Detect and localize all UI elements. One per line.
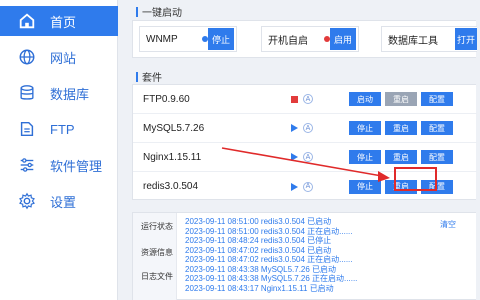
sliders-icon	[16, 154, 38, 176]
service-name: redis3.0.504	[143, 181, 199, 192]
sidebar-item-label: 软件管理	[50, 158, 103, 174]
config-button[interactable]: 配置	[421, 150, 453, 164]
service-name: Nginx1.15.11	[143, 151, 202, 163]
quick-start-heading: 一键启动	[136, 4, 182, 19]
log-line: 2023-09-11 08:43:17 Nginx1.15.11 已启动	[185, 283, 334, 293]
section-marker	[136, 71, 138, 82]
suite-heading: 套件	[136, 69, 162, 84]
suite-row-ftp: FTP0.9.60 A 启动 重启 配置	[133, 85, 477, 114]
quick-start-panel: WNMP 停止 开机自启 启用 数据库工具 打开	[132, 20, 477, 58]
sidebar-item-label: 网站	[50, 50, 77, 66]
main-panel: 一键启动 WNMP 停止 开机自启 启用 数据库工具 打开 套件 FTP0.9.…	[118, 0, 480, 300]
sidebar-item-label: 设置	[50, 194, 77, 210]
stopped-icon	[289, 94, 299, 104]
stop-button[interactable]: 停止	[349, 121, 381, 135]
autostart-icon[interactable]: A	[303, 123, 313, 133]
folder-icon	[16, 118, 38, 140]
config-button[interactable]: 配置	[421, 121, 453, 135]
quick-item-wnmp: WNMP 停止	[139, 26, 237, 52]
sidebar-item-software[interactable]: 软件管理	[0, 150, 118, 180]
db-tool-open-button[interactable]: 打开	[455, 28, 477, 50]
quick-item-name: 开机自启	[268, 35, 308, 47]
start-button[interactable]: 启动	[349, 92, 381, 106]
quick-start-title: 一键启动	[142, 8, 182, 19]
service-name: MySQL5.7.26	[143, 122, 205, 134]
log-list: 2023-09-11 08:51:00 redis3.0.504 已启动 202…	[185, 217, 357, 293]
log-line: 2023-09-11 08:48:24 redis3.0.504 已停止	[185, 236, 332, 245]
restart-button[interactable]: 重启	[385, 92, 417, 106]
home-icon	[16, 10, 38, 32]
sidebar-item-database[interactable]: 数据库	[0, 78, 118, 108]
sidebar-item-home[interactable]: 首页	[0, 6, 118, 36]
sidebar-item-label: 首页	[50, 14, 77, 30]
log-panel: 运行状态 资源信息 日志文件 2023-09-11 08:51:00 redis…	[132, 212, 476, 300]
log-line: 2023-09-11 08:47:02 redis3.0.504 正在启动...…	[185, 255, 353, 264]
quick-item-db-tool: 数据库工具 打开	[381, 26, 477, 52]
log-line: 2023-09-11 08:47:02 redis3.0.504 已启动	[185, 245, 332, 255]
sidebar-item-settings[interactable]: 设置	[0, 186, 118, 216]
clear-log-button[interactable]: 清空	[440, 219, 456, 230]
log-line: 2023-09-11 08:43:38 MySQL5.7.26 已启动	[185, 264, 337, 274]
tab-log-files[interactable]: 日志文件	[141, 271, 173, 282]
suite-row-mysql: MySQL5.7.26 A 停止 重启 配置	[133, 114, 477, 143]
restart-button[interactable]: 重启	[385, 121, 417, 135]
service-name: FTP0.9.60	[143, 93, 190, 105]
sidebar-item-label: 数据库	[50, 86, 90, 102]
quick-item-name: WNMP	[146, 33, 178, 45]
section-marker	[136, 6, 138, 17]
log-line: 2023-09-11 08:43:38 MySQL5.7.26 正在启动....…	[185, 274, 358, 283]
sidebar: 首页 网站 数据库 FTP 软件管理 设置	[0, 0, 118, 300]
globe-icon	[16, 46, 38, 68]
quick-item-name: 数据库工具	[388, 35, 438, 47]
autostart-icon[interactable]: A	[303, 94, 313, 104]
gear-icon	[16, 190, 38, 212]
wnmp-stop-button[interactable]: 停止	[208, 28, 234, 50]
sidebar-item-website[interactable]: 网站	[0, 42, 118, 72]
suite-title: 套件	[142, 73, 162, 84]
sidebar-item-label: FTP	[50, 121, 75, 137]
tab-run-status[interactable]: 运行状态	[141, 221, 173, 232]
tab-resource-info[interactable]: 资源信息	[141, 247, 173, 258]
running-icon	[289, 123, 299, 133]
log-line: 2023-09-11 08:51:00 redis3.0.504 已启动	[185, 217, 332, 226]
autostart-enable-button[interactable]: 启用	[330, 28, 356, 50]
quick-item-autostart: 开机自启 启用	[261, 26, 359, 52]
annotation-highlight-box	[394, 167, 437, 191]
sidebar-item-ftp[interactable]: FTP	[0, 114, 118, 144]
config-button[interactable]: 配置	[421, 92, 453, 106]
database-icon	[16, 82, 38, 104]
annotation-arrow	[221, 147, 390, 182]
log-line: 2023-09-11 08:51:00 redis3.0.504 正在启动...…	[185, 226, 353, 236]
log-tabs: 运行状态 资源信息 日志文件	[133, 213, 177, 300]
